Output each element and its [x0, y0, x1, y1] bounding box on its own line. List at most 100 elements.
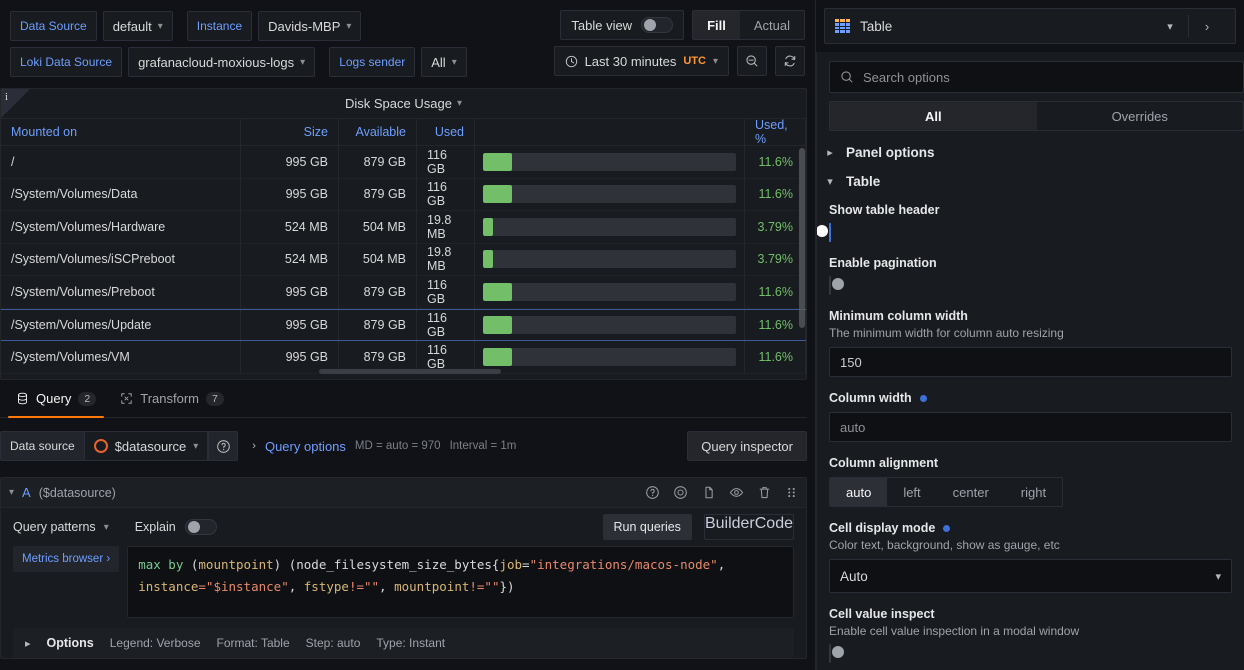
disable-icon[interactable] — [673, 485, 688, 500]
zoom-out-button[interactable] — [737, 46, 767, 76]
visualization-panel: i Disk Space Usage ▾ Mounted on Size Ava… — [0, 88, 807, 380]
segment-option-auto[interactable]: auto — [830, 478, 887, 506]
refresh-icon — [783, 54, 797, 68]
database-icon — [16, 392, 29, 405]
gauge-track — [483, 153, 736, 171]
toolbar-row-2: Loki Data Source grafanacloud-moxious-lo… — [10, 46, 805, 78]
column-header-size[interactable]: Size — [241, 119, 339, 145]
cell-mounted-on: /System/Volumes/Hardware — [1, 211, 241, 243]
variable-loki-select[interactable]: grafanacloud-moxious-logs ▾ — [128, 47, 315, 77]
cell-used: 19.8 MB — [417, 244, 475, 276]
variable-logs-sender-select[interactable]: All ▾ — [421, 47, 466, 77]
duplicate-icon[interactable] — [701, 485, 716, 500]
option-label: Cell value inspect — [829, 607, 1232, 621]
refresh-button[interactable] — [775, 46, 805, 76]
option-input[interactable]: auto — [829, 412, 1232, 442]
variable-datasource: Data Source — [10, 11, 97, 41]
variable-instance-select[interactable]: Davids-MBP ▾ — [258, 11, 361, 41]
query-options-footer[interactable]: ▸ Options Legend: Verbose Format: Table … — [13, 628, 794, 658]
datasource-help-button[interactable] — [208, 431, 238, 461]
gauge-fill — [483, 348, 512, 366]
option-select-value: Auto — [840, 569, 868, 584]
table-view-switch[interactable] — [641, 17, 673, 33]
search-options-field[interactable]: Search options — [829, 61, 1244, 93]
cell-used-percent: 3.79% — [745, 211, 806, 243]
builder-button[interactable]: Builder — [705, 515, 755, 539]
hide-eye-icon[interactable] — [729, 485, 744, 500]
explain-switch[interactable] — [185, 519, 217, 535]
interval-info: Interval = 1m — [450, 440, 517, 452]
query-inspector-button[interactable]: Query inspector — [687, 431, 807, 461]
cell-size: 995 GB — [241, 146, 339, 178]
tab-query[interactable]: Query 2 — [4, 380, 108, 417]
gauge-track — [483, 316, 736, 334]
table-row[interactable]: /System/Volumes/Update995 GB879 GB116 GB… — [1, 309, 806, 342]
table-row[interactable]: /System/Volumes/Data995 GB879 GB116 GB11… — [1, 179, 806, 212]
segment-option-right[interactable]: right — [1005, 478, 1062, 506]
info-icon[interactable]: i — [5, 91, 8, 103]
option-column-width: Column widthauto — [817, 377, 1244, 442]
query-patterns-button[interactable]: Query patterns ▾ — [13, 520, 109, 534]
explain-label: Explain — [135, 520, 176, 534]
option-control — [829, 277, 1232, 295]
option-toggle[interactable] — [829, 644, 831, 663]
section-table[interactable]: ▾ Table — [817, 160, 1244, 189]
option-toggle[interactable] — [829, 223, 831, 242]
cell-used: 116 GB — [417, 341, 475, 373]
cell-mounted-on: /System/Volumes/VM — [1, 341, 241, 373]
code-line-1: max by (mountpoint) (node_filesystem_siz… — [138, 554, 783, 576]
fill-button[interactable]: Fill — [693, 11, 740, 39]
column-header-available[interactable]: Available — [339, 119, 417, 145]
column-header-gauge[interactable] — [475, 119, 745, 145]
table-row[interactable]: /995 GB879 GB116 GB11.6% — [1, 146, 806, 179]
builder-code-segment: Builder Code — [704, 514, 794, 540]
table-row[interactable]: /System/Volumes/iSCPreboot524 MB504 MB19… — [1, 244, 806, 277]
column-header-used-pct[interactable]: Used, % — [745, 119, 806, 145]
run-queries-button[interactable]: Run queries — [603, 514, 692, 540]
query-ref-id[interactable]: A — [22, 485, 31, 500]
column-header-used[interactable]: Used — [417, 119, 475, 145]
time-range-picker[interactable]: Last 30 minutes UTC ▾ — [554, 46, 729, 76]
gauge-fill — [483, 316, 512, 334]
step-info: Step: auto — [306, 636, 361, 650]
drag-handle-icon[interactable] — [785, 485, 798, 500]
table-row[interactable]: /System/Volumes/Hardware524 MB504 MB19.8… — [1, 211, 806, 244]
option-toggle[interactable] — [829, 276, 831, 295]
panel-title[interactable]: Disk Space Usage ▾ — [345, 96, 462, 111]
promql-code-editor[interactable]: max by (mountpoint) (node_filesystem_siz… — [127, 546, 794, 618]
visualization-picker[interactable]: Table ▾ › — [824, 8, 1236, 44]
tab-overrides[interactable]: Overrides — [1037, 102, 1244, 130]
option-select[interactable]: Auto▾ — [829, 559, 1232, 593]
variable-datasource-select[interactable]: default ▾ — [103, 11, 173, 41]
trash-icon[interactable] — [757, 485, 772, 500]
table-horizontal-scrollbar[interactable] — [319, 369, 501, 374]
chevron-down-icon[interactable]: ▾ — [9, 487, 14, 498]
table-vertical-scrollbar[interactable] — [799, 148, 805, 328]
table-icon — [835, 19, 850, 33]
chevron-down-icon[interactable]: ▾ — [1152, 20, 1188, 33]
option-control — [829, 645, 1232, 663]
column-header-mounted-on[interactable]: Mounted on — [1, 119, 241, 145]
explain-toggle[interactable]: Explain — [135, 519, 217, 535]
section-panel-options[interactable]: ▸ Panel options — [817, 131, 1244, 160]
table-view-toggle[interactable]: Table view — [560, 10, 684, 40]
actual-button[interactable]: Actual — [740, 11, 804, 39]
collapse-pane-icon[interactable]: › — [1189, 19, 1225, 34]
table-row[interactable]: /System/Volumes/Preboot995 GB879 GB116 G… — [1, 276, 806, 309]
chevron-right-icon: ▸ — [825, 146, 835, 159]
help-icon[interactable] — [645, 485, 660, 500]
code-button[interactable]: Code — [755, 515, 793, 539]
datasource-picker[interactable]: $datasource ▾ — [84, 431, 209, 461]
query-options-summary[interactable]: › Query options MD = auto = 970 Interval… — [252, 439, 516, 454]
segment-option-center[interactable]: center — [937, 478, 1005, 506]
code-string: "integrations/macos-node" — [530, 557, 718, 572]
tab-all[interactable]: All — [830, 102, 1037, 130]
code-label: mountpoint — [198, 557, 273, 572]
toolbar-right-group-1: Table view Fill Actual — [560, 10, 805, 40]
segment-option-left[interactable]: left — [887, 478, 936, 506]
metrics-browser-button[interactable]: Metrics browser › — [13, 546, 119, 572]
cell-available: 879 GB — [339, 276, 417, 308]
tab-transform[interactable]: Transform 7 — [108, 380, 236, 417]
option-input[interactable]: 150 — [829, 347, 1232, 377]
time-range-value: Last 30 minutes — [585, 54, 677, 69]
